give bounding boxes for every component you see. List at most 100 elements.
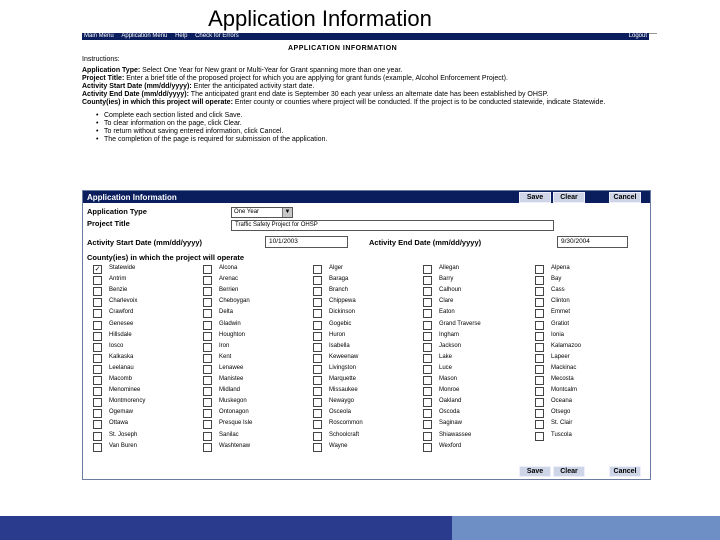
- county-checkbox[interactable]: [423, 420, 432, 430]
- county-checkbox[interactable]: [313, 353, 322, 363]
- county-checkbox[interactable]: [313, 431, 322, 441]
- county-checkbox[interactable]: [423, 376, 432, 385]
- county-checkbox[interactable]: [535, 431, 544, 441]
- county-checkbox[interactable]: [535, 287, 544, 297]
- county-checkbox[interactable]: [535, 309, 544, 319]
- county-checkbox[interactable]: [423, 409, 432, 419]
- cancel-button[interactable]: Cancel: [609, 192, 641, 203]
- county-checkbox[interactable]: [203, 276, 212, 286]
- county-checkbox[interactable]: [203, 265, 212, 274]
- county-checkbox[interactable]: [313, 265, 322, 274]
- county-checkbox[interactable]: [203, 298, 212, 308]
- county-checkbox[interactable]: [203, 431, 212, 441]
- county-checkbox[interactable]: [313, 298, 322, 308]
- county-checkbox[interactable]: [203, 320, 212, 330]
- nav-application-menu[interactable]: Application Menu: [121, 33, 167, 40]
- county-checkbox[interactable]: [535, 387, 544, 397]
- county-checkbox[interactable]: [313, 276, 322, 286]
- county-checkbox[interactable]: [423, 353, 432, 363]
- county-checkbox[interactable]: [535, 398, 544, 408]
- county-checkbox[interactable]: [203, 376, 212, 385]
- nav-check-errors[interactable]: Check for Errors: [195, 33, 239, 40]
- county-checkbox[interactable]: [423, 342, 432, 352]
- county-checkbox[interactable]: [313, 342, 322, 352]
- county-checkbox[interactable]: [313, 387, 322, 397]
- county-checkbox[interactable]: [535, 342, 544, 352]
- county-checkbox[interactable]: [203, 442, 212, 452]
- county-checkbox[interactable]: [93, 298, 102, 308]
- county-checkbox[interactable]: [93, 431, 102, 441]
- county-checkbox[interactable]: [93, 309, 102, 319]
- county-checkbox[interactable]: [423, 287, 432, 297]
- start-date-input[interactable]: 10/1/2003: [265, 236, 348, 248]
- cancel-button-bottom[interactable]: Cancel: [609, 466, 641, 477]
- save-button[interactable]: Save: [519, 192, 551, 203]
- county-checkbox[interactable]: [535, 353, 544, 363]
- county-checkbox[interactable]: [93, 287, 102, 297]
- end-date-input[interactable]: 9/30/2004: [557, 236, 628, 248]
- county-checkbox[interactable]: [423, 442, 432, 452]
- county-checkbox[interactable]: [535, 420, 544, 430]
- county-checkbox[interactable]: [203, 342, 212, 352]
- county-checkbox[interactable]: [313, 409, 322, 419]
- county-checkbox[interactable]: [93, 376, 102, 385]
- county-checkbox[interactable]: [423, 298, 432, 308]
- county-checkbox[interactable]: [423, 309, 432, 319]
- county-checkbox[interactable]: [93, 442, 102, 452]
- county-checkbox[interactable]: [313, 287, 322, 297]
- county-checkbox[interactable]: [313, 398, 322, 408]
- county-checkbox[interactable]: [535, 364, 544, 374]
- chevron-down-icon[interactable]: ▼: [282, 208, 292, 217]
- nav-help[interactable]: Help: [175, 33, 187, 40]
- county-checkbox[interactable]: [203, 287, 212, 297]
- county-checkbox[interactable]: [313, 442, 322, 452]
- county-checkbox[interactable]: [93, 342, 102, 352]
- county-checkbox[interactable]: [93, 387, 102, 397]
- county-checkbox[interactable]: [423, 265, 432, 274]
- county-checkbox[interactable]: [423, 431, 432, 441]
- county-checkbox[interactable]: [535, 376, 544, 385]
- county-checkbox[interactable]: [313, 364, 322, 374]
- county-checkbox[interactable]: [203, 420, 212, 430]
- county-checkbox[interactable]: [93, 331, 102, 341]
- county-checkbox[interactable]: [203, 409, 212, 419]
- save-button-bottom[interactable]: Save: [519, 466, 551, 477]
- clear-button[interactable]: Clear: [553, 192, 585, 203]
- project-title-input[interactable]: Traffic Safety Project for OHSP: [231, 220, 554, 231]
- county-checkbox[interactable]: [203, 364, 212, 374]
- county-checkbox[interactable]: [203, 309, 212, 319]
- county-checkbox[interactable]: [423, 387, 432, 397]
- county-checkbox[interactable]: [423, 276, 432, 286]
- county-checkbox[interactable]: [203, 387, 212, 397]
- county-checkbox[interactable]: [535, 298, 544, 308]
- county-checkbox[interactable]: [313, 376, 322, 385]
- county-checkbox[interactable]: [535, 320, 544, 330]
- county-checkbox[interactable]: [93, 398, 102, 408]
- county-checkbox[interactable]: [93, 353, 102, 363]
- nav-main-menu[interactable]: Main Menu: [84, 33, 114, 40]
- county-checkbox[interactable]: [93, 364, 102, 374]
- county-checkbox[interactable]: [313, 320, 322, 330]
- county-checkbox[interactable]: [423, 364, 432, 374]
- county-checkbox[interactable]: [93, 276, 102, 286]
- county-checkbox[interactable]: [535, 331, 544, 341]
- nav-logout[interactable]: Logout: [629, 33, 647, 40]
- county-checkbox[interactable]: [313, 420, 322, 430]
- county-checkbox[interactable]: [93, 409, 102, 419]
- county-checkbox[interactable]: [535, 409, 544, 419]
- clear-button-bottom[interactable]: Clear: [553, 466, 585, 477]
- county-checkbox[interactable]: [203, 331, 212, 341]
- county-checkbox[interactable]: [535, 265, 544, 274]
- county-checkbox[interactable]: [203, 398, 212, 408]
- county-checkbox[interactable]: [313, 309, 322, 319]
- county-checkbox[interactable]: [93, 420, 102, 430]
- county-checkbox[interactable]: [535, 276, 544, 286]
- county-checkbox[interactable]: [203, 353, 212, 363]
- county-checkbox[interactable]: ✓: [93, 265, 102, 274]
- county-checkbox[interactable]: [423, 398, 432, 408]
- county-checkbox[interactable]: [313, 331, 322, 341]
- application-type-select[interactable]: One Year ▼: [231, 207, 293, 218]
- county-checkbox[interactable]: [93, 320, 102, 330]
- county-checkbox[interactable]: [423, 320, 432, 330]
- county-checkbox[interactable]: [423, 331, 432, 341]
